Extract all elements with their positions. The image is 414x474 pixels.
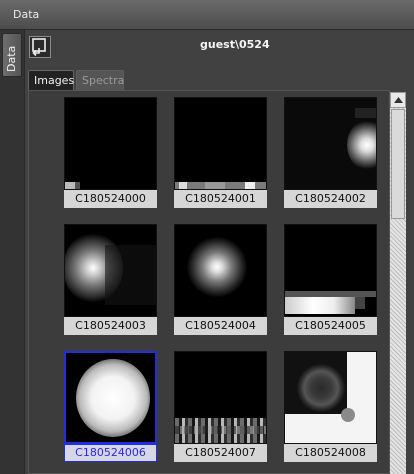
- image-thumbnail[interactable]: C180524004: [174, 224, 267, 339]
- thumbnail-image: [64, 97, 157, 190]
- thumbnail-label: C180524005: [284, 317, 377, 335]
- panel-title: Data: [13, 8, 40, 21]
- tab-images[interactable]: Images: [28, 70, 74, 90]
- image-thumbnail[interactable]: C180524003: [64, 224, 157, 339]
- side-tab-label: Data: [5, 45, 18, 72]
- thumbnail-image: [174, 97, 267, 190]
- thumbnail-image: [284, 97, 377, 190]
- image-thumbnail[interactable]: C180524005: [284, 224, 377, 339]
- thumbnail-label: C180524004: [174, 317, 267, 335]
- thumbnail-image: [174, 224, 267, 317]
- side-tab-data[interactable]: Data: [2, 33, 22, 77]
- thumbnail-image: [174, 351, 267, 444]
- thumbnail-label: C180524008: [284, 444, 377, 462]
- image-thumbnail[interactable]: C180524001: [174, 97, 267, 212]
- return-icon: [32, 38, 46, 57]
- tab-spectra[interactable]: Spectra: [76, 70, 124, 90]
- thumbnail-label: C180524001: [174, 190, 267, 208]
- thumbnail-label: C180524000: [64, 190, 157, 208]
- thumbnail-label: C180524002: [284, 190, 377, 208]
- scroll-up-button[interactable]: [390, 92, 406, 108]
- image-thumbnail[interactable]: C180524007: [174, 351, 267, 466]
- side-tab-strip: [0, 30, 24, 474]
- panel-titlebar: Data: [0, 0, 414, 30]
- thumbnail-grid: C180524000 C180524001 C180524002 C180524…: [28, 90, 390, 474]
- image-thumbnail[interactable]: C180524006: [64, 351, 157, 466]
- thumbnail-image: [284, 351, 377, 444]
- thumbnail-label: C180524007: [174, 444, 267, 462]
- image-thumbnail[interactable]: C180524002: [284, 97, 377, 212]
- scrollbar-thumb[interactable]: [391, 109, 405, 219]
- thumbnail-label: C180524006: [64, 444, 157, 462]
- thumbnail-image: [64, 224, 157, 317]
- arrow-up-icon: [394, 97, 403, 103]
- back-button[interactable]: [29, 36, 51, 58]
- thumbnail-image: [64, 351, 157, 444]
- user-path-label: guest\0524: [200, 38, 270, 51]
- thumbnail-label: C180524003: [64, 317, 157, 335]
- image-thumbnail[interactable]: C180524008: [284, 351, 377, 466]
- image-thumbnail[interactable]: C180524000: [64, 97, 157, 212]
- thumbnail-image: [284, 224, 377, 317]
